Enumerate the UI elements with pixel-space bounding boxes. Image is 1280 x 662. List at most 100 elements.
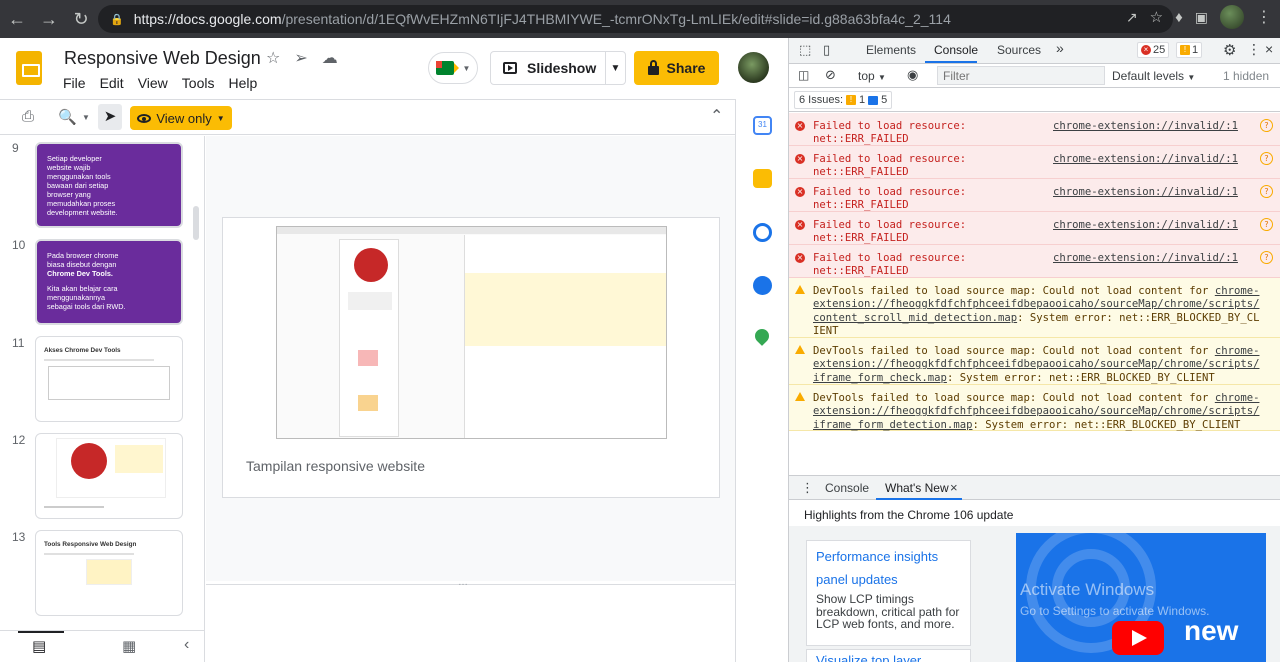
filmstrip-scrollbar[interactable] bbox=[193, 206, 199, 240]
filmstrip-view-icon[interactable]: ▦ bbox=[122, 637, 136, 655]
zoom-dropdown-icon[interactable]: ▼ bbox=[82, 113, 90, 122]
slide-thumbnail-13[interactable]: Tools Responsive Web Design bbox=[35, 530, 183, 616]
console-error-row[interactable]: × Failed to load resource: net::ERR_FAIL… bbox=[789, 245, 1280, 278]
sidebar-toggle-icon[interactable]: ◫ bbox=[798, 68, 809, 82]
move-folder-icon[interactable]: ➢ bbox=[294, 48, 307, 68]
lock-icon bbox=[647, 59, 659, 75]
slide-thumbnail-10[interactable]: Pada browser chrome biasa disebut dengan… bbox=[35, 239, 183, 325]
side-panel: 31 › bbox=[735, 99, 788, 662]
context-selector[interactable]: top ▼ bbox=[858, 69, 886, 83]
feature-link[interactable]: panel updates bbox=[816, 568, 961, 591]
drawer-tab-whats-new[interactable]: What's New bbox=[885, 481, 949, 495]
calendar-icon[interactable]: 31 bbox=[753, 116, 772, 135]
device-toolbar-icon[interactable]: ▯ bbox=[823, 42, 830, 58]
drawer-menu-icon[interactable]: ⋮ bbox=[801, 480, 814, 496]
issues-button[interactable]: 6 Issues: ! 1 5 bbox=[794, 91, 893, 109]
bookmark-star-icon[interactable]: ☆ bbox=[1150, 8, 1163, 26]
profile-avatar[interactable] bbox=[1220, 5, 1244, 29]
slideshow-dropdown-icon[interactable]: ▼ bbox=[605, 52, 625, 84]
tab-elements[interactable]: Elements bbox=[866, 43, 916, 57]
tab-sources[interactable]: Sources bbox=[997, 43, 1041, 57]
tasks-icon[interactable] bbox=[753, 223, 772, 242]
insight-icon[interactable]: ? bbox=[1260, 218, 1273, 231]
log-levels-dropdown[interactable]: Default levels ▼ bbox=[1112, 69, 1195, 83]
view-only-button[interactable]: View only ▼ bbox=[130, 106, 232, 130]
message-source-link[interactable]: chrome-extension://invalid/:1 bbox=[1053, 153, 1238, 166]
close-devtools-icon[interactable]: × bbox=[1265, 41, 1273, 57]
close-tab-icon[interactable]: × bbox=[950, 480, 958, 495]
warning-count-badge[interactable]: ! 1 bbox=[1176, 42, 1203, 58]
zoom-icon[interactable]: 🔍 bbox=[58, 108, 77, 126]
slideshow-button[interactable]: Slideshow ▼ bbox=[490, 51, 626, 85]
keep-icon[interactable] bbox=[753, 169, 772, 188]
collapse-filmstrip-icon[interactable]: ‹ bbox=[184, 636, 189, 654]
address-bar[interactable]: 🔒 https://docs.google.com/presentation/d… bbox=[98, 5, 1173, 33]
youtube-play-icon[interactable] bbox=[1112, 621, 1164, 655]
share-button[interactable]: Share bbox=[634, 51, 719, 85]
slide-thumbnail-12[interactable] bbox=[35, 433, 183, 519]
message-source-link[interactable]: chrome-extension://invalid/:1 bbox=[1053, 186, 1238, 199]
menu-tools[interactable]: Tools bbox=[182, 75, 215, 91]
console-error-row[interactable]: × Failed to load resource: net::ERR_FAIL… bbox=[789, 212, 1280, 245]
menu-edit[interactable]: Edit bbox=[100, 75, 124, 91]
insight-icon[interactable]: ? bbox=[1260, 119, 1273, 132]
console-error-row[interactable]: × Failed to load resource: net::ERR_FAIL… bbox=[789, 146, 1280, 179]
insight-icon[interactable]: ? bbox=[1260, 251, 1273, 264]
contacts-icon[interactable] bbox=[753, 276, 772, 295]
message-source-link[interactable]: chrome-extension://invalid/:1 bbox=[1053, 219, 1238, 232]
feature-card-link[interactable]: Visualize top layer bbox=[806, 649, 971, 662]
live-expression-eye-icon[interactable]: ◉ bbox=[907, 67, 918, 83]
forward-icon[interactable]: → bbox=[34, 4, 64, 34]
select-cursor-icon[interactable]: ➤ bbox=[98, 104, 122, 130]
clear-console-icon[interactable]: ⊘ bbox=[825, 67, 836, 83]
notes-resize-handle[interactable]: … bbox=[458, 577, 468, 588]
whats-new-video[interactable]: Activate Windows Go to Settings to activ… bbox=[1016, 533, 1266, 662]
tab-console[interactable]: Console bbox=[934, 43, 978, 57]
account-avatar[interactable] bbox=[738, 52, 769, 83]
console-error-row[interactable]: × Failed to load resource: net::ERR_FAIL… bbox=[789, 113, 1280, 146]
reload-icon[interactable]: ↻ bbox=[66, 4, 96, 34]
message-source-link[interactable]: chrome-extension://invalid/:1 bbox=[1053, 120, 1238, 133]
menu-view[interactable]: View bbox=[138, 75, 168, 91]
inspect-element-icon[interactable]: ⬚ bbox=[799, 42, 811, 58]
hidden-count: 1 hidden bbox=[1223, 69, 1270, 83]
maps-icon[interactable] bbox=[752, 326, 772, 346]
settings-gear-icon[interactable]: ⚙ bbox=[1223, 41, 1236, 59]
console-warning-row[interactable]: DevTools failed to load source map: Coul… bbox=[789, 278, 1280, 338]
speaker-notes[interactable]: … bbox=[206, 577, 735, 662]
menu-file[interactable]: File bbox=[63, 75, 86, 91]
meet-button[interactable]: ▼ bbox=[428, 52, 478, 84]
console-error-row[interactable]: × Failed to load resource: net::ERR_FAIL… bbox=[789, 179, 1280, 212]
drawer-tab-console[interactable]: Console bbox=[825, 481, 869, 495]
console-warning-row[interactable]: DevTools failed to load source map: Coul… bbox=[789, 385, 1280, 431]
menu-help[interactable]: Help bbox=[228, 75, 257, 91]
back-icon[interactable]: ← bbox=[2, 4, 32, 34]
share-page-icon[interactable]: ↗ bbox=[1126, 9, 1138, 26]
slide-thumbnail-11[interactable]: Akses Chrome Dev Tools bbox=[35, 336, 183, 422]
slide-thumbnail-9[interactable]: Setiap developer website wajib menggunak… bbox=[35, 142, 183, 228]
devtools-menu-icon[interactable]: ⋮ bbox=[1247, 41, 1261, 58]
feature-link[interactable]: Performance insights bbox=[816, 545, 961, 568]
meet-icon bbox=[435, 61, 459, 75]
extensions-icon[interactable]: ♦ bbox=[1175, 9, 1183, 26]
error-count-badge[interactable]: × 25 bbox=[1137, 42, 1170, 58]
feature-card[interactable]: Performance insights panel updates Show … bbox=[806, 540, 971, 646]
video-label: new bbox=[1184, 615, 1239, 646]
document-title[interactable]: Responsive Web Design bbox=[64, 48, 261, 69]
filter-input[interactable] bbox=[937, 66, 1105, 85]
collapse-toolbar-icon[interactable]: ⌃ bbox=[710, 106, 723, 126]
slides-logo-icon[interactable] bbox=[16, 51, 42, 85]
console-warning-row[interactable]: DevTools failed to load source map: Coul… bbox=[789, 338, 1280, 385]
grid-view-icon[interactable]: ▤ bbox=[32, 637, 46, 655]
star-icon[interactable]: ☆ bbox=[266, 48, 280, 68]
browser-menu-icon[interactable]: ⋮ bbox=[1256, 7, 1272, 27]
more-tabs-icon[interactable]: » bbox=[1056, 40, 1064, 56]
message-source-link[interactable]: chrome-extension://invalid/:1 bbox=[1053, 252, 1238, 265]
slide-number: 9 bbox=[12, 141, 19, 155]
insight-icon[interactable]: ? bbox=[1260, 152, 1273, 165]
sidebar-toggle-icon[interactable]: ▣ bbox=[1195, 9, 1208, 26]
browser-actions: ↗ ☆ ♦ ▣ ⋮ bbox=[1126, 5, 1272, 29]
cloud-status-icon[interactable]: ☁ bbox=[322, 48, 338, 68]
insight-icon[interactable]: ? bbox=[1260, 185, 1273, 198]
print-icon[interactable]: ⎙ bbox=[22, 108, 34, 125]
